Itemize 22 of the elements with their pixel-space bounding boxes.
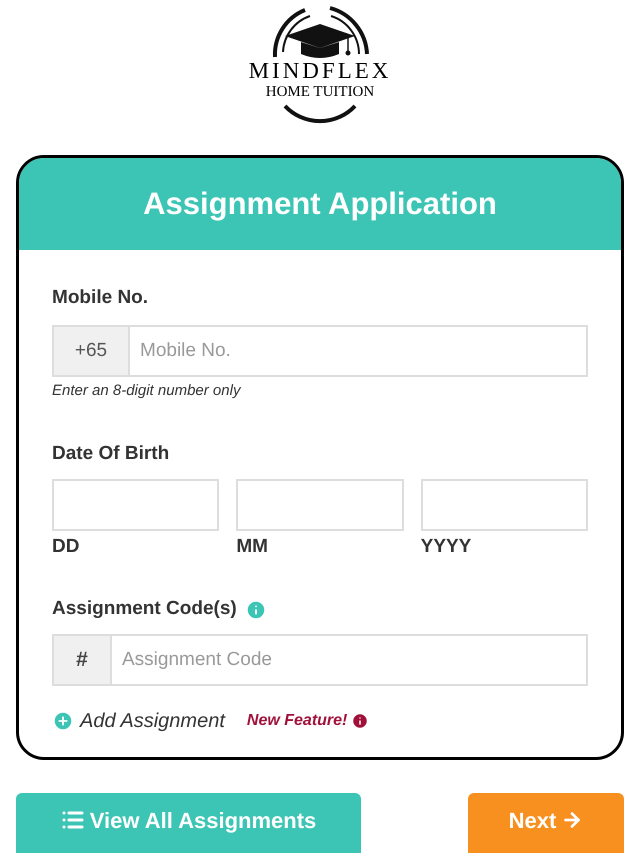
- info-icon[interactable]: [351, 712, 370, 730]
- field-label: Assignment Code(s): [52, 597, 237, 622]
- new-feature-label: New Feature!: [246, 710, 348, 731]
- view-all-button[interactable]: View All Assignments: [16, 793, 361, 853]
- next-button[interactable]: Next: [468, 793, 624, 853]
- date-part-field[interactable]: [236, 478, 404, 531]
- date-part-field[interactable]: [420, 478, 588, 531]
- hash-prefix: #: [52, 634, 112, 686]
- form-title: Assignment Application: [143, 185, 497, 224]
- field-label: Date Of Birth: [52, 442, 170, 466]
- field-label: Mobile No.: [52, 286, 150, 310]
- country-code: +65: [52, 324, 130, 377]
- date-part-label: YYYY: [420, 534, 472, 559]
- add-assignment-button[interactable]: Add Assignment: [52, 706, 225, 736]
- date-part-field[interactable]: [52, 478, 220, 531]
- date-part-label: MM: [236, 534, 269, 559]
- plus-icon: [52, 710, 74, 732]
- logo-drawing: MINDFLEX HOME TUITION: [235, 2, 405, 127]
- hint-text: Enter an 8-digit number only: [52, 380, 242, 401]
- date-part-label: DD: [52, 534, 80, 559]
- mobile-field[interactable]: Mobile No.: [130, 324, 588, 377]
- assignment-code-field[interactable]: Assignment Code: [112, 634, 588, 686]
